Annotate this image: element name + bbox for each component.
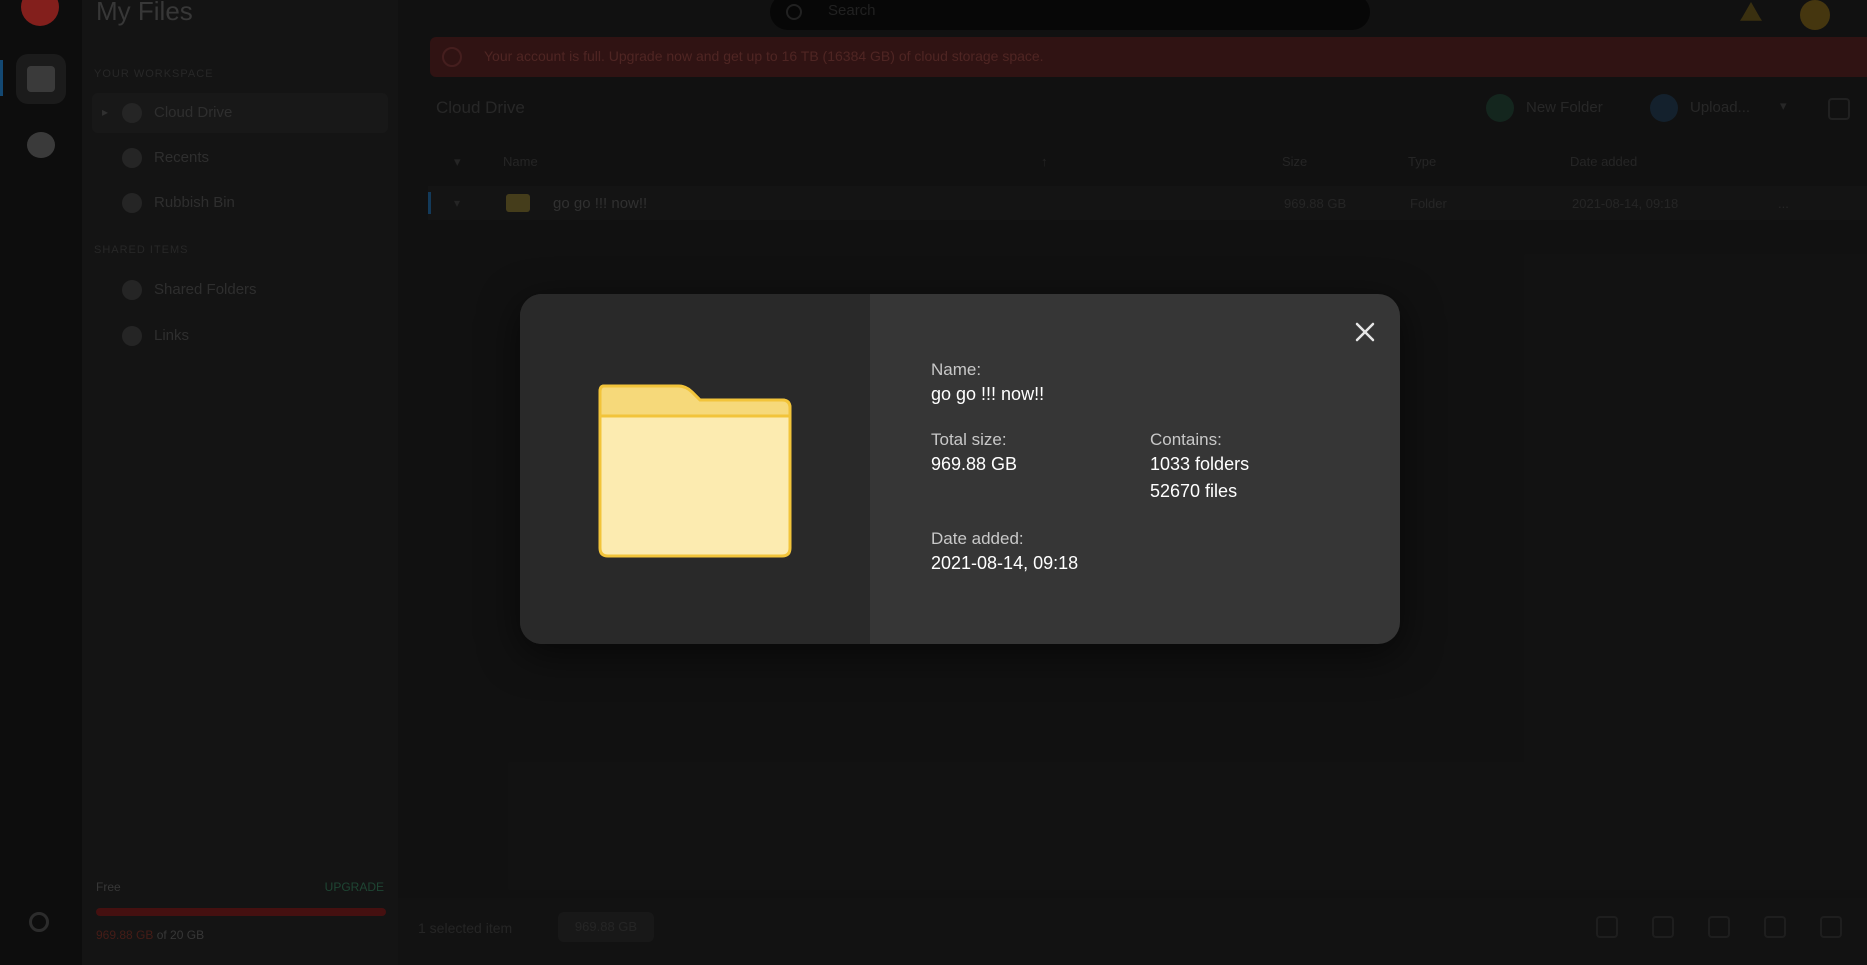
app-background: My Files Your workspace ▸ Cloud Drive Re… bbox=[0, 0, 1867, 965]
name-value: go go !!! now!! bbox=[931, 384, 1045, 404]
folder-info-dialog: Name: go go !!! now!! Total size: 969.88… bbox=[520, 294, 1400, 644]
contains-label: Contains: bbox=[1150, 430, 1222, 449]
date-added-label: Date added: bbox=[931, 529, 1024, 548]
folder-preview bbox=[520, 294, 870, 644]
contains-folders: 1033 folders bbox=[1150, 454, 1250, 474]
close-icon[interactable] bbox=[1349, 316, 1381, 348]
total-size-label: Total size: bbox=[931, 430, 1007, 449]
total-size-value: 969.88 GB bbox=[931, 454, 1018, 474]
name-label: Name: bbox=[931, 360, 982, 379]
folder-icon bbox=[598, 384, 792, 558]
contains-files: 52670 files bbox=[1150, 481, 1238, 501]
date-added-value: 2021-08-14, 09:18 bbox=[931, 553, 1079, 573]
